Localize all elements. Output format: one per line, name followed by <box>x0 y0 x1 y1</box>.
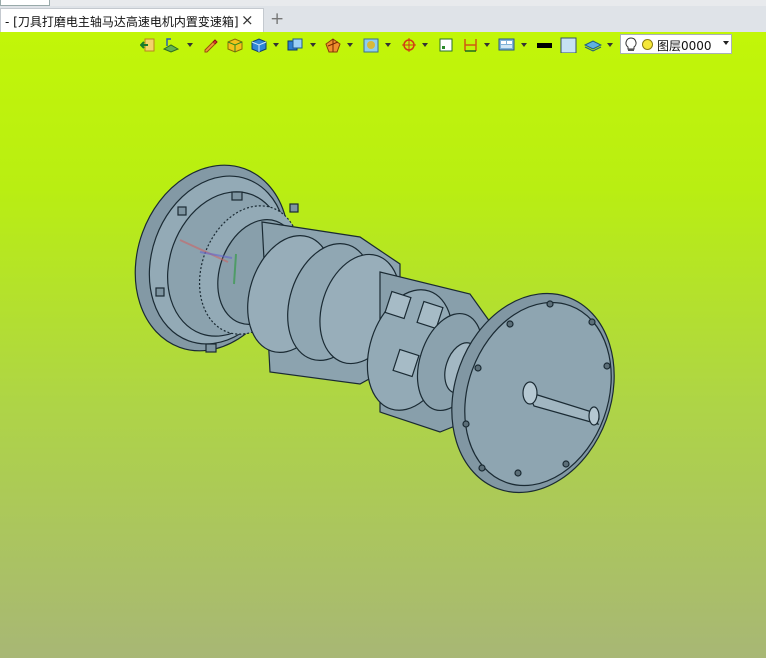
close-icon[interactable]: × <box>241 11 254 29</box>
tab-title: - [刀具打磨电主轴马达高速电机内置变速箱] <box>5 15 239 29</box>
motor-spindle-model[interactable] <box>0 32 766 658</box>
document-tab[interactable]: - [刀具打磨电主轴马达高速电机内置变速箱] × <box>0 8 264 32</box>
new-tab-icon[interactable]: + <box>270 10 284 28</box>
tab-bar: - [刀具打磨电主轴马达高速电机内置变速箱] × + <box>0 6 766 33</box>
3d-viewport[interactable]: 图层0000 <box>0 32 766 658</box>
